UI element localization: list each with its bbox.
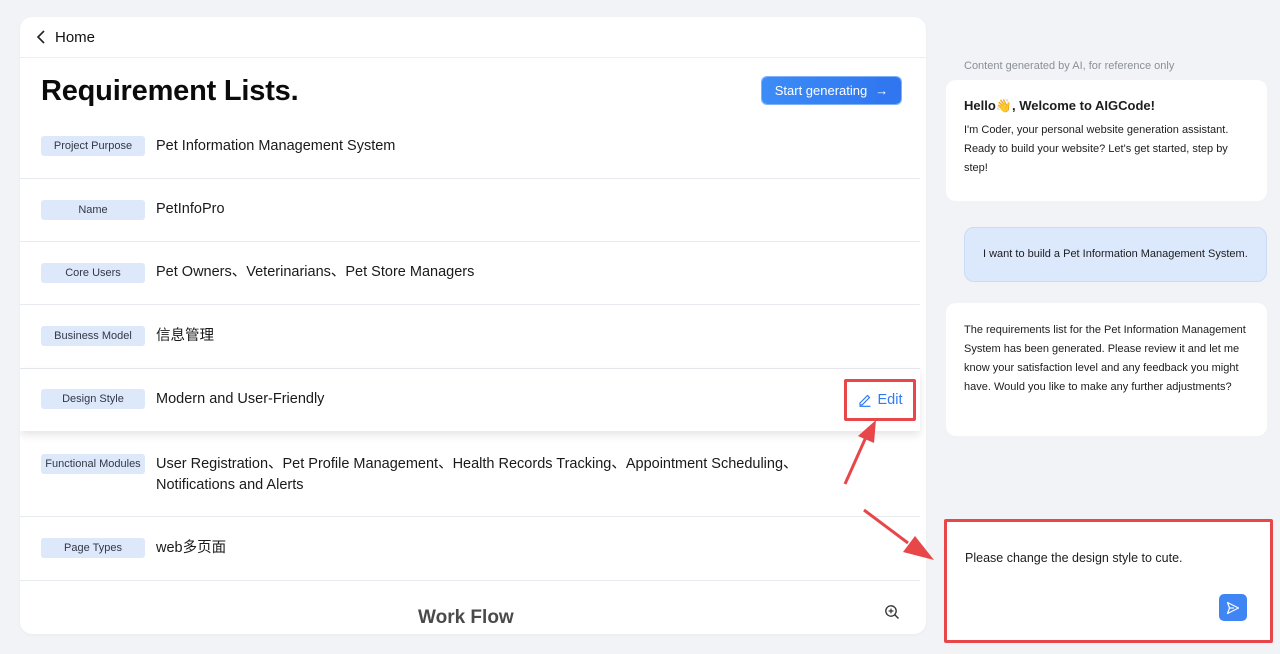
page-title: Requirement Lists. [41,75,299,107]
requirement-value: web多页面 [156,540,227,556]
send-icon [1226,601,1240,614]
edit-button[interactable]: Edit [844,379,916,421]
welcome-body: I'm Coder, your personal website generat… [964,124,1229,174]
zoom-in-icon[interactable] [884,604,900,620]
requirement-label: Design Style [41,389,145,409]
top-bar: Home [20,17,926,58]
requirement-row-design-style[interactable]: Design Style Modern and User-Friendly Ed… [20,369,920,431]
chat-input-box[interactable]: Please change the design style to cute. [944,519,1273,643]
requirement-row-core-users: Core Users Pet Owners、Veterinarians、Pet … [20,242,920,305]
arrow-right-icon: → [875,83,889,98]
requirement-label: Core Users [41,263,145,283]
requirement-value: Modern and User-Friendly [156,391,325,407]
user-message: I want to build a Pet Information Manage… [964,227,1267,282]
assistant-welcome-message: Hello👋, Welcome to AIGCode! I'm Coder, y… [946,80,1267,201]
assistant-reply-text: The requirements list for the Pet Inform… [964,324,1246,393]
requirement-value: PetInfoPro [156,201,225,217]
requirement-row-functional-modules: Functional Modules User Registration、Pet… [20,431,920,517]
welcome-title: Hello👋, Welcome to AIGCode! [964,98,1155,113]
back-home-button[interactable]: Home [36,29,95,46]
requirement-value: 信息管理 [156,328,214,344]
chat-input[interactable]: Please change the design style to cute. [965,551,1183,565]
requirement-value: Pet Information Management System [156,138,396,154]
assistant-reply-message: The requirements list for the Pet Inform… [946,303,1267,436]
pencil-icon [858,394,870,407]
start-generating-label: Start generating [774,83,868,98]
workflow-title: Work Flow [418,607,514,628]
requirement-row-page-types: Page Types web多页面 [20,517,920,581]
requirement-value-line2: Notifications and Alerts [156,477,304,493]
requirement-row-name: Name PetInfoPro [20,179,920,242]
requirement-label: Project Purpose [41,136,145,156]
requirement-label: Functional Modules [41,454,145,474]
requirements-panel: Home Requirement Lists. Start generating… [20,17,926,634]
requirement-label: Name [41,200,145,220]
edit-label: Edit [877,392,903,408]
requirement-label: Page Types [41,538,145,558]
requirement-value: User Registration、Pet Profile Management… [156,456,798,472]
chevron-left-icon [36,30,45,44]
back-label: Home [55,28,96,46]
start-generating-button[interactable]: Start generating → [762,77,901,104]
requirement-row-business-model: Business Model 信息管理 [20,305,920,369]
requirement-label: Business Model [41,326,145,346]
chat-panel: Content generated by AI, for reference o… [934,0,1280,654]
user-message-text: I want to build a Pet Information Manage… [983,248,1248,260]
send-button[interactable] [1219,594,1247,621]
requirement-row-project-purpose: Project Purpose Pet Information Manageme… [20,128,920,179]
ai-disclaimer: Content generated by AI, for reference o… [964,60,1175,72]
requirement-value: Pet Owners、Veterinarians、Pet Store Manag… [156,264,475,280]
